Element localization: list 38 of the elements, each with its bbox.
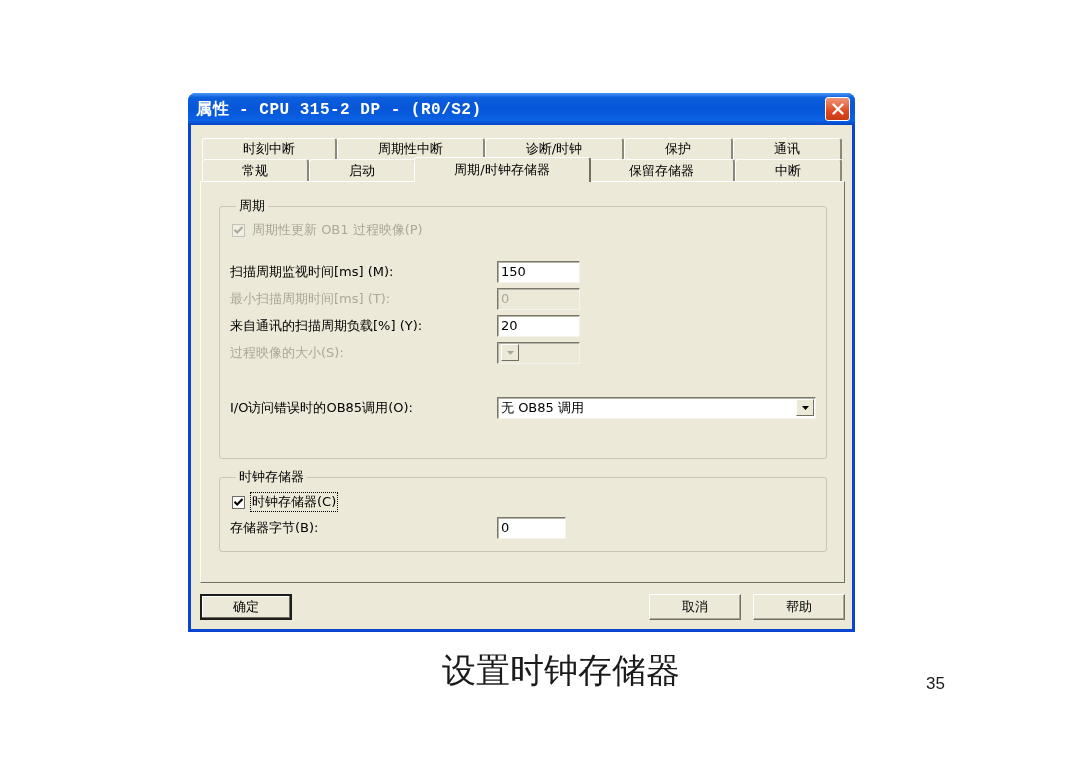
window-title: 属性 - CPU 315-2 DP - (R0/S2) xyxy=(196,99,482,120)
field-label: 存储器字节(B): xyxy=(230,518,320,537)
dialog-button[interactable]: 帮助 xyxy=(753,594,845,620)
checkbox-label: 周期性更新 OB1 过程映像(P) xyxy=(251,221,424,239)
group-title: 周期 xyxy=(238,198,266,214)
tab[interactable]: 时刻中断 xyxy=(202,138,337,159)
tab[interactable]: 通讯 xyxy=(733,138,842,159)
checkmark-icon xyxy=(234,498,243,506)
field-label: 来自通讯的扫描周期负载[%] (Y): xyxy=(230,316,424,335)
caret-down-icon xyxy=(801,405,809,410)
group-title: 时钟存储器 xyxy=(238,469,305,485)
dropdown-field[interactable]: 无 OB85 调用 xyxy=(497,396,816,419)
text-field[interactable]: 20 xyxy=(497,314,580,337)
field-label: I/O访问错误时的OB85调用(O): xyxy=(230,398,414,417)
caret-down-icon xyxy=(506,350,514,355)
tab[interactable]: 常规 xyxy=(202,159,310,181)
close-icon xyxy=(831,103,844,115)
tab[interactable]: 诊断/时钟 xyxy=(484,138,625,159)
text-field[interactable]: 150 xyxy=(497,260,580,283)
text-field[interactable]: 0 xyxy=(497,516,566,539)
checkmark-icon xyxy=(234,226,243,234)
tab[interactable]: 保留存储器 xyxy=(588,159,735,181)
slide-caption: 设置时钟存储器 xyxy=(442,649,680,692)
close-button[interactable] xyxy=(825,97,850,121)
dialog-button[interactable]: 取消 xyxy=(649,594,741,620)
dialog-button[interactable]: 确定 xyxy=(200,594,292,620)
checkbox-label: 时钟存储器(C) xyxy=(251,493,338,511)
field-label: 最小扫描周期时间[ms] (T): xyxy=(230,289,392,308)
tab[interactable]: 保护 xyxy=(624,138,734,159)
tab[interactable]: 周期/时钟存储器 xyxy=(414,157,591,182)
tab[interactable]: 中断 xyxy=(734,159,842,181)
page-number: 35 xyxy=(926,674,945,694)
dropdown-button[interactable] xyxy=(796,399,814,416)
field-label: 过程映像的大小(S): xyxy=(230,343,345,362)
field-label: 扫描周期监视时间[ms] (M): xyxy=(230,262,395,281)
tab[interactable]: 周期性中断 xyxy=(336,138,485,159)
tab[interactable]: 启动 xyxy=(309,159,417,181)
checkbox[interactable] xyxy=(232,495,245,509)
